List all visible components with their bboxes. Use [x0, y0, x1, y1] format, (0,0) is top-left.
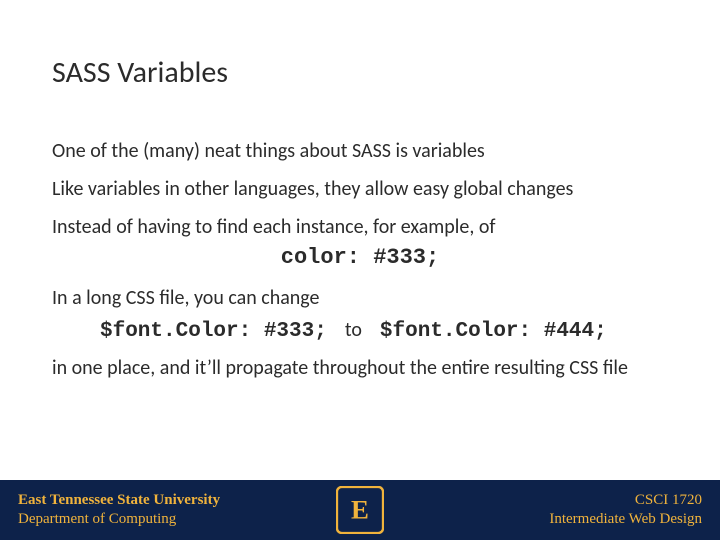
- paragraph: in one place, and it’ll propagate throug…: [52, 355, 668, 381]
- course-name: Intermediate Web Design: [549, 510, 702, 530]
- slide: SASS Variables One of the (many) neat th…: [0, 0, 720, 540]
- to-word: to: [345, 317, 362, 343]
- footer-bar: East Tennessee State University Departme…: [0, 480, 720, 540]
- code-to: $font.Color: #444;: [380, 318, 607, 345]
- paragraph: Instead of having to find each instance,…: [52, 214, 668, 240]
- paragraph: In a long CSS file, you can change: [52, 285, 668, 311]
- code-change-line: $font.Color: #333; to $font.Color: #444;: [52, 317, 668, 345]
- paragraph: One of the (many) neat things about SASS…: [52, 138, 668, 164]
- paragraph: Like variables in other languages, they …: [52, 176, 668, 202]
- etsu-logo: E: [336, 486, 384, 534]
- university-name: East Tennessee State University: [18, 491, 220, 511]
- logo-letter-icon: E: [351, 495, 369, 525]
- code-snippet: color: #333;: [52, 244, 668, 273]
- department-name: Department of Computing: [18, 510, 220, 530]
- slide-body: One of the (many) neat things about SASS…: [52, 138, 668, 393]
- slide-title: SASS Variables: [52, 54, 228, 91]
- course-code: CSCI 1720: [549, 491, 702, 511]
- footer-left: East Tennessee State University Departme…: [18, 491, 220, 530]
- footer-right: CSCI 1720 Intermediate Web Design: [549, 491, 702, 530]
- code-from: $font.Color: #333;: [100, 318, 327, 345]
